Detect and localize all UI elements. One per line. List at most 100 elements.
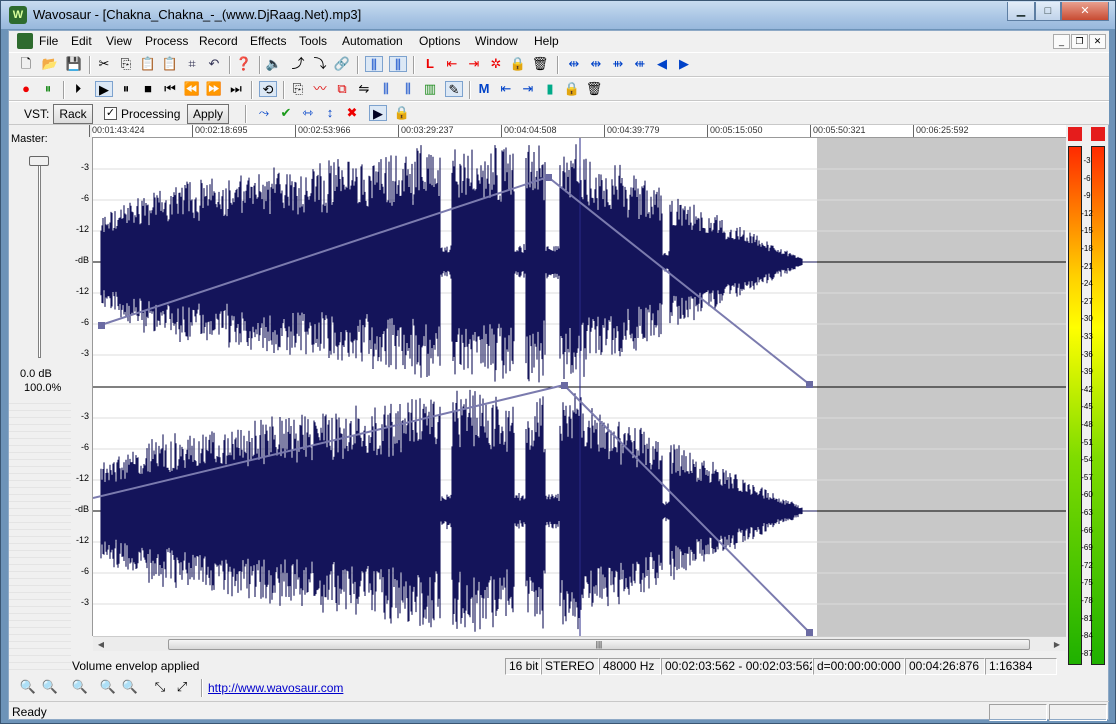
fade-out-icon[interactable]: ⤵ [311,56,329,72]
timeline-ruler[interactable]: 00:01:43:424 00:02:18:695 00:02:53:966 0… [89,125,1066,138]
zoom-in-icon[interactable]: 🔍 [19,679,37,695]
master-slider-track[interactable] [38,158,41,358]
go-end-icon[interactable]: ⏭ [227,81,245,97]
menu-edit[interactable]: Edit [71,34,92,48]
peak-left-indicator[interactable] [1068,127,1082,141]
envelope-points-icon[interactable]: ⤳ [255,105,273,121]
play-from-start-icon[interactable]: ⏵ [69,81,87,97]
scroll-left-icon[interactable]: ◀ [94,638,108,651]
menu-automation[interactable]: Automation [342,34,403,48]
menu-window[interactable]: Window [475,34,518,48]
help-icon[interactable]: ❓ [235,56,253,72]
rewind-icon[interactable]: ⏪ [183,81,201,97]
open-icon[interactable]: 📂 [41,56,59,72]
delete2-icon[interactable]: 🗑 [585,81,603,97]
zoom-selection-icon[interactable]: ⤡ [151,679,169,695]
stereo-link-icon[interactable]: ⫼ [365,56,383,72]
check-icon[interactable]: ✔ [277,105,295,121]
envelope-vertical-icon[interactable]: ↕ [321,105,339,121]
pencil-icon[interactable]: ✎ [445,81,463,97]
convert-icon[interactable]: ⇋ [355,81,373,97]
zoom-out-icon[interactable]: 🔍 [41,679,59,695]
envelope-point[interactable] [806,629,813,636]
frequency-icon[interactable]: 〰 [311,81,329,97]
cut-icon[interactable]: ✂ [95,56,113,72]
link-icon[interactable]: 🔗 [333,56,351,72]
loop-prev-icon[interactable]: ◀ [653,56,671,72]
copy-red-icon[interactable]: ⧉ [333,81,351,97]
zoom-out-v-icon[interactable]: 🔍 [121,679,139,695]
save-icon[interactable]: 💾 [65,56,83,72]
waveform-svg[interactable] [93,138,1066,636]
crop-icon[interactable]: ⌗ [183,56,201,72]
mdi-restore-button[interactable]: ❐ [1071,34,1088,49]
analyze-icon[interactable]: ▥ [421,81,439,97]
mdi-close-button[interactable]: ✕ [1089,34,1106,49]
envelope-add-icon[interactable]: ⇿ [299,105,317,121]
master-slider-thumb[interactable] [29,156,49,166]
play-icon[interactable]: ▶ [95,81,113,97]
envelope-point[interactable] [545,174,552,181]
wavosaur-logo-icon[interactable]: W [9,6,27,24]
insert-file-icon[interactable]: ⎘ [289,81,307,97]
marker-next-icon[interactable]: ⇥ [465,56,483,72]
loop-end-icon[interactable]: ⇺ [631,56,649,72]
new-icon[interactable]: 🗋 [17,56,35,72]
processing-checkbox[interactable]: ✓ [104,107,117,120]
remove-icon[interactable]: ✖ [343,105,361,121]
lock-icon[interactable]: 🔒 [509,56,527,72]
mdi-minimize-button[interactable]: _ [1053,34,1070,49]
marker-all-icon[interactable]: ✲ [487,56,505,72]
stop-icon[interactable]: ■ [139,81,157,97]
marker-prev-icon[interactable]: ⇤ [443,56,461,72]
menu-process[interactable]: Process [145,34,188,48]
delete-marker-icon[interactable]: 🗑 [531,56,549,72]
close-button[interactable]: ✕ [1061,2,1109,21]
minimize-button[interactable]: ▁ [1007,2,1035,21]
marker-l-icon[interactable]: L [421,56,439,72]
lock2-icon[interactable]: 🔒 [563,81,581,97]
lock3-icon[interactable]: 🔒 [393,105,411,121]
menu-file[interactable]: File [39,34,58,48]
menu-effects[interactable]: Effects [250,34,286,48]
apply-button[interactable]: Apply [187,104,229,124]
title-bar[interactable]: W Wavosaur - [Chakna_Chakna_-_(www.DjRaa… [1,1,1115,29]
menu-record[interactable]: Record [199,34,238,48]
loop-next-icon[interactable]: ▶ [675,56,693,72]
marker-m-icon[interactable]: M [475,81,493,97]
document-icon[interactable] [17,33,33,49]
scroll-thumb[interactable]: ||| [168,639,1030,650]
waveform-channel[interactable] [100,389,803,632]
equalize-icon[interactable]: ⫼ [399,81,417,97]
menu-view[interactable]: View [106,34,132,48]
envelope-point[interactable] [98,322,105,329]
maximize-button[interactable]: □ [1035,2,1061,21]
zoom-fit-icon[interactable]: 🔍 [71,679,89,695]
copy-icon[interactable]: ⎘ [117,56,135,72]
loop-in-icon[interactable]: ⇹ [565,56,583,72]
channel-icon[interactable]: ⫼ [389,56,407,72]
horizontal-scrollbar[interactable]: ◀ ||| ▶ [93,636,1066,651]
marker-right-icon[interactable]: ⇥ [519,81,537,97]
website-link[interactable]: http://www.wavosaur.com [208,681,343,695]
menu-options[interactable]: Options [419,34,460,48]
loop-icon[interactable]: ⟲ [259,81,277,97]
pause-icon[interactable]: ⏸ [117,81,135,97]
scroll-right-icon[interactable]: ▶ [1050,638,1064,651]
play-box-icon[interactable]: ▶ [369,105,387,121]
rack-button[interactable]: Rack [53,104,93,124]
forward-icon[interactable]: ⏩ [205,81,223,97]
envelope-point[interactable] [561,382,568,389]
loop-out-icon[interactable]: ⇹ [587,56,605,72]
paste-mix-icon[interactable]: 📋 [161,56,179,72]
zoom-in-v-icon[interactable]: 🔍 [99,679,117,695]
undo-icon[interactable]: ↶ [205,56,223,72]
speaker-icon[interactable]: 🔈 [265,56,283,72]
menu-help[interactable]: Help [534,34,559,48]
record-pause-icon[interactable]: ⏸ [39,81,57,97]
record-icon[interactable]: ● [17,81,35,97]
fade-in-icon[interactable]: ⤴ [289,56,307,72]
waveform-channel[interactable] [100,144,803,383]
paste-icon[interactable]: 📋 [139,56,157,72]
envelope-point[interactable] [806,381,813,388]
